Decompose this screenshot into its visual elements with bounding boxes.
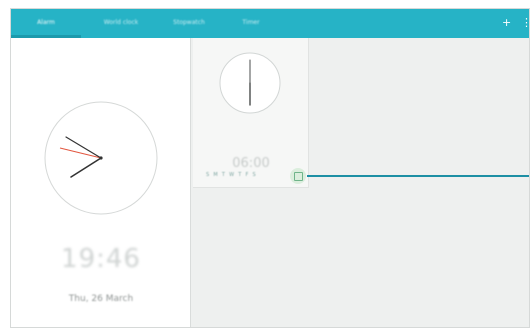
current-time: 19:46 <box>61 244 141 274</box>
alarm-clock-face <box>219 52 281 114</box>
current-time-panel: 19:46 Thu, 26 March <box>11 38 191 327</box>
alarm-toggle-button[interactable] <box>290 168 306 184</box>
tab-timer[interactable]: Timer <box>227 9 275 38</box>
current-date: Thu, 26 March <box>68 294 134 304</box>
tab-alarm[interactable]: Alarm <box>11 9 81 38</box>
checkbox-icon <box>294 172 303 181</box>
more-options-icon[interactable]: ⋮ <box>521 16 529 30</box>
alarm-card[interactable]: 06:00 <box>193 38 309 188</box>
alarm-time: 06:00 <box>232 156 270 171</box>
analog-clock <box>44 101 158 215</box>
add-icon[interactable]: + <box>502 16 511 30</box>
callout-line <box>307 175 529 177</box>
clock-app-screen: Alarm World clock Stopwatch Timer + ⋮ 19… <box>10 8 530 328</box>
app-bar: Alarm World clock Stopwatch Timer + ⋮ <box>11 9 529 38</box>
tab-world-clock[interactable]: World clock <box>83 9 159 38</box>
tab-stopwatch[interactable]: Stopwatch <box>161 9 217 38</box>
alarm-repeat-days: S M T W T F S <box>206 172 258 178</box>
